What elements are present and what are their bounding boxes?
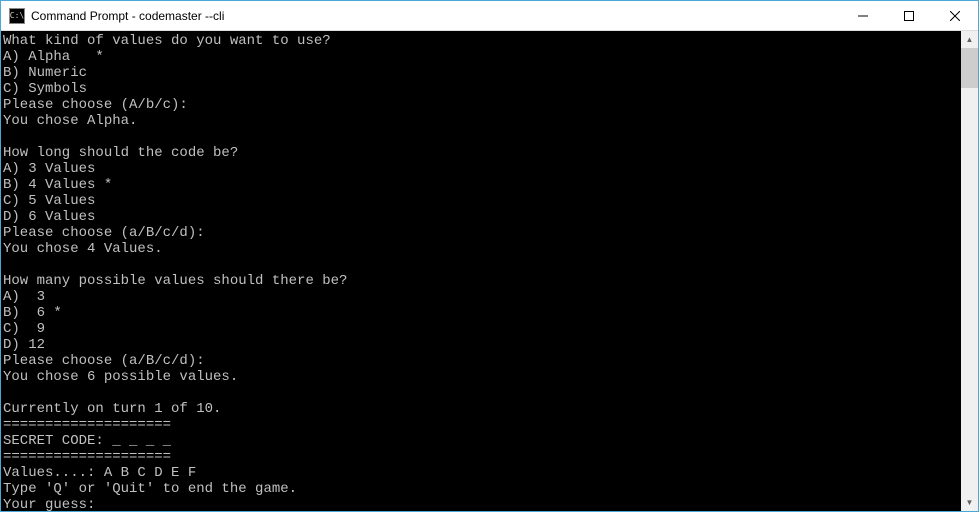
- vertical-scrollbar[interactable]: ▲ ▼: [961, 31, 978, 511]
- scroll-track[interactable]: [961, 48, 978, 494]
- app-icon: C:\: [9, 8, 25, 24]
- scroll-up-arrow[interactable]: ▲: [961, 31, 978, 48]
- window-title: Command Prompt - codemaster --cli: [31, 9, 840, 23]
- window-titlebar: C:\ Command Prompt - codemaster --cli: [1, 1, 978, 31]
- terminal-container: What kind of values do you want to use? …: [1, 31, 978, 511]
- maximize-button[interactable]: [886, 1, 932, 30]
- scroll-thumb[interactable]: [961, 48, 978, 88]
- minimize-button[interactable]: [840, 1, 886, 30]
- close-button[interactable]: [932, 1, 978, 30]
- scroll-down-arrow[interactable]: ▼: [961, 494, 978, 511]
- window-controls: [840, 1, 978, 30]
- terminal-output[interactable]: What kind of values do you want to use? …: [1, 31, 961, 511]
